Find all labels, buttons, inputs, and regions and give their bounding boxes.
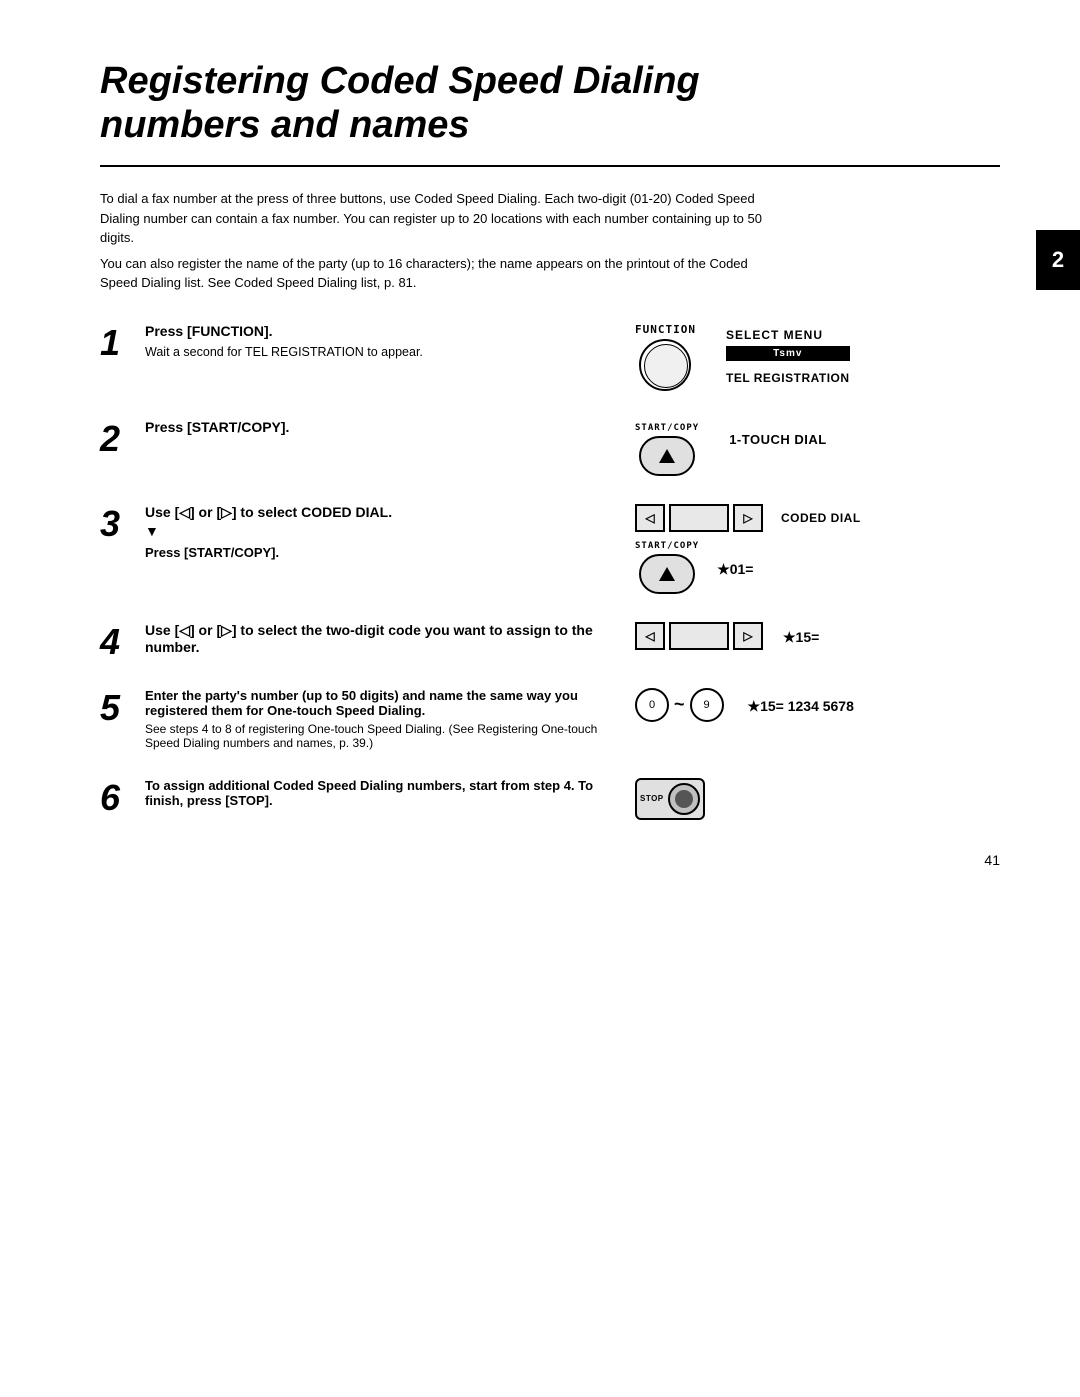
func-label: FUNCTION (635, 323, 696, 336)
coded-dial-label: CODED DIAL (781, 511, 861, 525)
step-3-press: Press [START/COPY]. (145, 545, 605, 560)
step-3-title: Use [◁] or [▷] to select CODED DIAL. ▼ (145, 504, 605, 539)
step-1-illustration: FUNCTION SELECT MENU Tsmv TEL REGISTRATI… (625, 323, 965, 391)
step-6-bold-title: To assign additional Coded Speed Dialing… (145, 778, 605, 808)
step-1-number: 1 (100, 325, 145, 361)
stop-label: STOP (640, 794, 664, 803)
step4-arrow-between (669, 622, 729, 650)
function-button-circle (639, 339, 691, 391)
star-code-2: ★15= (783, 629, 819, 646)
stop-button-area: STOP (635, 778, 705, 820)
step-2-illustration: START/COPY 1-TOUCH DIAL (625, 419, 965, 476)
step-5-bold-title: Enter the party's number (up to 50 digit… (145, 688, 605, 718)
intro-para2: You can also register the name of the pa… (100, 254, 780, 293)
stop-button: STOP (635, 778, 705, 820)
step3-illus: ◁ ▷ CODED DIAL START/COPY (635, 504, 861, 594)
numpad-nine: 9 (690, 688, 724, 722)
page-container: 2 Registering Coded Speed Dialing number… (0, 0, 1080, 908)
step4-right-arrow: ▷ (733, 622, 763, 650)
numpad-zero: 0 (635, 688, 669, 722)
step-4-illustration: ◁ ▷ ★15= (625, 622, 965, 650)
page-number: 41 (984, 852, 1000, 868)
down-arrow-icon: ▼ (145, 523, 605, 539)
step-1-row: 1 Press [FUNCTION]. Wait a second for TE… (100, 323, 1000, 391)
step-5-number: 5 (100, 690, 145, 726)
func-button-area: FUNCTION SELECT MENU Tsmv TEL REGISTRATI… (635, 323, 850, 391)
step-2-row: 2 Press [START/COPY]. START/COPY 1-TOUCH… (100, 419, 1000, 476)
side-tab: 2 (1036, 230, 1080, 290)
step3-start-btn-outer (639, 554, 695, 594)
step-1-desc: Wait a second for TEL REGISTRATION to ap… (145, 343, 605, 362)
intro-text: To dial a fax number at the press of thr… (100, 189, 780, 293)
step-4-content: Use [◁] or [▷] to select the two-digit c… (145, 622, 625, 659)
step-2-content: Press [START/COPY]. (145, 419, 625, 439)
function-button-inner (644, 344, 688, 388)
step-1-content: Press [FUNCTION]. Wait a second for TEL … (145, 323, 625, 362)
start-copy-top-label: START/COPY (635, 424, 699, 434)
page-title: Registering Coded Speed Dialing numbers … (100, 60, 1000, 147)
arrow-up-icon (659, 449, 675, 463)
steps-area: 1 Press [FUNCTION]. Wait a second for TE… (100, 323, 1000, 848)
step-4-number: 4 (100, 624, 145, 660)
tilde-icon: ~ (674, 694, 685, 715)
menu-display: SELECT MENU Tsmv TEL REGISTRATION (726, 328, 850, 385)
step3-arrow-up-icon (659, 567, 675, 581)
step-6-number: 6 (100, 780, 145, 816)
arrow-between (669, 504, 729, 532)
step-3-illustration: ◁ ▷ CODED DIAL START/COPY (625, 504, 965, 594)
start-copy-area: START/COPY 1-TOUCH DIAL (635, 424, 827, 476)
step-1-title: Press [FUNCTION]. (145, 323, 605, 339)
star-code-3: ★15= 1234 5678 (748, 698, 854, 715)
left-arrow-btn: ◁ (635, 504, 665, 532)
menu-screen: Tsmv (726, 346, 850, 361)
step-2-title: Press [START/COPY]. (145, 419, 605, 435)
numpad-icon: 0 ~ 9 (635, 688, 724, 722)
step-5-illustration: 0 ~ 9 ★15= 1234 5678 (625, 688, 965, 722)
step-6-row: 6 To assign additional Coded Speed Diali… (100, 778, 1000, 820)
select-menu-label: SELECT MENU (726, 328, 850, 342)
stop-inner-circle (675, 790, 693, 808)
step4-arrow-buttons: ◁ ▷ (635, 622, 763, 650)
start-copy-button (639, 436, 695, 476)
step-4-title: Use [◁] or [▷] to select the two-digit c… (145, 622, 605, 655)
step-4-row: 4 Use [◁] or [▷] to select the two-digit… (100, 622, 1000, 660)
step3-start-label: START/COPY (635, 542, 699, 552)
step3-start-copy-button: START/COPY (635, 542, 699, 594)
step-3-content: Use [◁] or [▷] to select CODED DIAL. ▼ P… (145, 504, 625, 560)
function-button-img: FUNCTION (635, 323, 696, 391)
title-divider (100, 165, 1000, 167)
touch-dial-label: 1-TOUCH DIAL (729, 432, 826, 447)
right-arrow-btn: ▷ (733, 504, 763, 532)
start-copy-button-wrapper: START/COPY (635, 424, 699, 476)
step-5-sub: See steps 4 to 8 of registering One-touc… (145, 722, 605, 750)
tel-registration-label: TEL REGISTRATION (726, 371, 850, 385)
step-5-row: 5 Enter the party's number (up to 50 dig… (100, 688, 1000, 750)
step-5-content: Enter the party's number (up to 50 digit… (145, 688, 625, 750)
star-code-1: ★01= (717, 561, 753, 578)
step4-left-arrow: ◁ (635, 622, 665, 650)
stop-circle (668, 783, 700, 815)
arrow-buttons-row: ◁ ▷ (635, 504, 763, 532)
intro-para1: To dial a fax number at the press of thr… (100, 189, 780, 248)
step-6-illustration: STOP (625, 778, 965, 820)
step-6-content: To assign additional Coded Speed Dialing… (145, 778, 625, 811)
step-3-number: 3 (100, 506, 145, 542)
step-2-number: 2 (100, 421, 145, 457)
side-tab-number: 2 (1052, 247, 1064, 273)
step-3-row: 3 Use [◁] or [▷] to select CODED DIAL. ▼… (100, 504, 1000, 594)
